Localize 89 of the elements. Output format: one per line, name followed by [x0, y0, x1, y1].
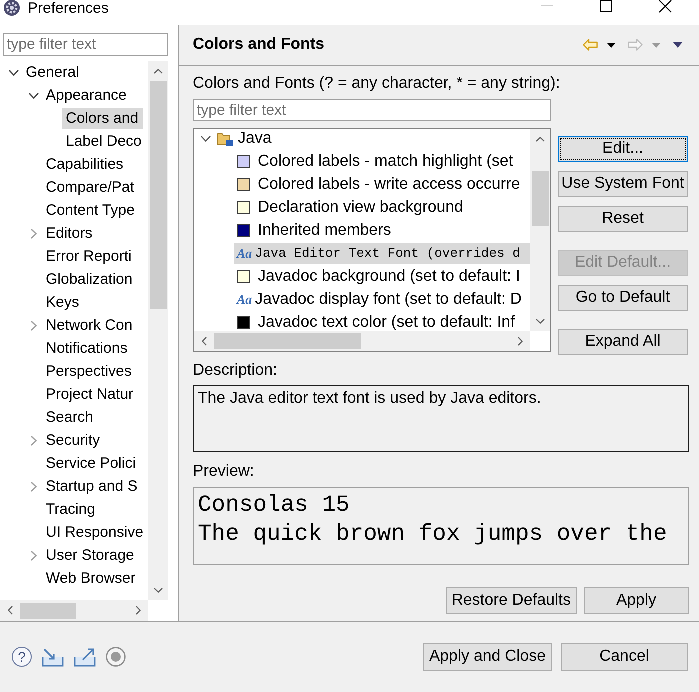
tree-item[interactable]: Declaration view background: [234, 197, 466, 218]
help-icon[interactable]: ?: [12, 647, 32, 667]
tree-item[interactable]: Startup and S: [42, 476, 142, 497]
tree-item[interactable]: Compare/Pat: [42, 177, 138, 198]
reset-button[interactable]: Reset: [558, 206, 688, 232]
scrollbar-thumb[interactable]: [150, 81, 166, 309]
tree-item[interactable]: Colored labels - match highlight (set: [234, 151, 516, 172]
chevron-left-icon[interactable]: [202, 336, 206, 346]
preview-text: The quick brown fox jumps over the: [198, 520, 668, 549]
caret-down-icon[interactable]: [673, 42, 683, 48]
tree-item[interactable]: User Storage: [42, 545, 138, 566]
tree-item[interactable]: Web Browser: [42, 568, 140, 589]
record-icon[interactable]: [106, 647, 126, 667]
tree-item[interactable]: Aa Javadoc display font (set to default: D: [234, 289, 525, 310]
tree-item[interactable]: Service Polici: [42, 453, 140, 474]
tree-item[interactable]: Project Natur: [42, 384, 138, 405]
horizontal-scrollbar[interactable]: [194, 331, 530, 351]
tree-item[interactable]: Tracing: [42, 499, 100, 520]
vertical-scrollbar[interactable]: [148, 61, 168, 600]
section-label: Preview:: [193, 463, 256, 481]
tree-item[interactable]: Appearance: [42, 85, 131, 106]
tree-item[interactable]: Javadoc background (set to default: I: [234, 266, 524, 287]
maximize-icon: [600, 0, 612, 12]
description-field: The Java editor text font is used by Java editors.: [193, 385, 689, 452]
tree-item[interactable]: UI Responsive: [42, 522, 148, 543]
chevron-left-icon[interactable]: [8, 606, 12, 615]
preview-text: Consolas 15: [198, 491, 350, 520]
vertical-scrollbar[interactable]: [530, 129, 550, 331]
filter-field[interactable]: type filter text: [193, 99, 551, 121]
back-arrow-icon[interactable]: [583, 39, 598, 51]
close-icon: [658, 0, 672, 13]
minimize-icon: [541, 5, 553, 7]
tree-item[interactable]: Search: [42, 407, 98, 428]
chevron-right-icon[interactable]: [31, 228, 37, 238]
import-icon[interactable]: [42, 648, 64, 666]
go-to-default-button[interactable]: Go to Default: [558, 285, 688, 311]
tree-item[interactable]: Javadoc text color (set to default: Inf: [234, 312, 518, 331]
chevron-right-icon[interactable]: [31, 482, 37, 492]
apply-button[interactable]: Apply: [584, 587, 689, 614]
caret-down-icon[interactable]: [607, 42, 616, 48]
use-system-font-button[interactable]: Use System Font: [558, 171, 688, 197]
export-icon[interactable]: [74, 648, 96, 666]
chevron-right-icon[interactable]: [31, 320, 37, 330]
section-label: Description:: [193, 362, 278, 380]
tree-item[interactable]: Security: [42, 430, 104, 451]
chevron-right-icon[interactable]: [31, 436, 37, 446]
chevron-right-icon[interactable]: [518, 336, 522, 346]
apply-and-close-button[interactable]: Apply and Close: [423, 643, 552, 671]
window-title: Preferences: [28, 0, 109, 17]
filter-label: Colors and Fonts (? = any character, * = any string):: [193, 75, 562, 93]
horizontal-scrollbar[interactable]: [0, 600, 148, 621]
tree-item[interactable]: Aa Java Editor Text Font (overrides d: [234, 243, 530, 264]
chevron-right-icon[interactable]: [31, 550, 37, 560]
tree-item[interactable]: Editors: [42, 223, 97, 244]
tree-item[interactable]: Globalization: [42, 269, 137, 290]
folder-icon: [217, 132, 233, 146]
tree-item[interactable]: Perspectives: [42, 361, 136, 382]
tree-item[interactable]: Java: [214, 129, 275, 149]
font-icon: Aa: [237, 245, 252, 262]
tree-item[interactable]: Capabilities: [42, 154, 128, 175]
chevron-down-icon[interactable]: [201, 136, 211, 142]
tree-item[interactable]: Inherited members: [234, 220, 394, 241]
page-title: Colors and Fonts: [193, 36, 325, 54]
gear-icon: [4, 0, 20, 16]
scrollbar-thumb[interactable]: [532, 171, 548, 226]
chevron-right-icon[interactable]: [136, 606, 140, 615]
cancel-button[interactable]: Cancel: [561, 643, 688, 671]
chevron-down-icon[interactable]: [29, 92, 39, 98]
tree-item[interactable]: Error Reporti: [42, 246, 136, 267]
chevron-down-icon[interactable]: [9, 70, 19, 76]
tree-item[interactable]: General: [22, 62, 84, 83]
font-icon: Aa: [237, 291, 252, 308]
chevron-down-icon[interactable]: [154, 588, 162, 592]
tree-item[interactable]: Network Con: [42, 315, 137, 336]
tree-item[interactable]: Content Type: [42, 200, 139, 221]
scrollbar-thumb[interactable]: [20, 602, 76, 618]
tree-item[interactable]: Colors and: [62, 108, 143, 129]
tree-item[interactable]: Colored labels - write access occurre: [234, 174, 524, 195]
tree-item[interactable]: Keys: [42, 292, 84, 313]
chevron-up-icon[interactable]: [154, 68, 162, 74]
tree-item[interactable]: Label Deco: [62, 131, 146, 152]
edit-button[interactable]: Edit...: [558, 136, 688, 162]
chevron-down-icon[interactable]: [536, 318, 544, 324]
expand-all-button[interactable]: Expand All: [558, 329, 688, 355]
restore-defaults-button[interactable]: Restore Defaults: [446, 587, 577, 614]
tree-item[interactable]: Notifications: [42, 338, 132, 359]
filter-field[interactable]: type filter text: [3, 33, 168, 56]
scrollbar-thumb[interactable]: [214, 333, 361, 349]
chevron-up-icon[interactable]: [536, 136, 544, 142]
